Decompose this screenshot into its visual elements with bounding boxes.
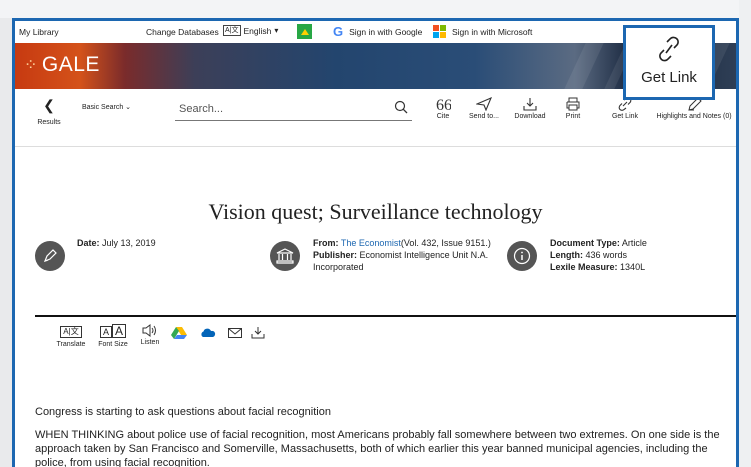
listen-label: Listen (140, 339, 160, 346)
doc-type-meta: Document Type: Article Length: 436 words… (550, 237, 647, 273)
language-selector[interactable]: A|文 English ▾ (223, 25, 278, 36)
translate-label: Translate (56, 341, 86, 348)
institution-icon (270, 241, 300, 271)
source-detail: (Vol. 432, Issue 9151.) (400, 238, 491, 248)
length-label: Length: (550, 250, 583, 260)
source-meta: From: The Economist(Vol. 432, Issue 9151… (313, 237, 503, 273)
search-placeholder: Search... (179, 103, 224, 115)
download-icon (523, 98, 537, 111)
my-library-link[interactable]: My Library (19, 27, 59, 37)
translate-icon: A|文 (60, 326, 82, 338)
quote-icon: 66 (436, 97, 451, 111)
gale-logo-text: GALE (41, 53, 100, 76)
document-title: Vision quest; Surveillance technology (208, 199, 543, 224)
get-link-label: Get Link (611, 113, 639, 120)
lexile-value: 1340L (620, 262, 646, 272)
doc-type-value: Article (621, 238, 647, 248)
outer-side (739, 0, 751, 467)
google-classroom-icon[interactable] (297, 24, 312, 39)
print-label: Print (565, 113, 581, 120)
download-icon[interactable] (251, 326, 265, 339)
chevron-left-icon: ❮ (43, 97, 55, 113)
link-icon (659, 36, 679, 62)
language-label: English (243, 25, 272, 36)
gale-logo[interactable]: ⁘ GALE (24, 53, 100, 77)
document-view: Vision quest; Surveillance technology Da… (15, 147, 736, 467)
send-to-button[interactable]: Send to... (465, 97, 503, 120)
listen-button[interactable]: Listen (135, 324, 165, 346)
printer-icon (566, 97, 580, 111)
download-button[interactable]: Download (509, 97, 551, 120)
send-to-label: Send to... (469, 113, 499, 120)
get-link-callout[interactable]: Get Link (623, 25, 715, 100)
translate-icon: A|文 (223, 25, 241, 36)
font-size-small-icon: A (99, 326, 112, 338)
browser-frame: My Library Change Databases A|文 English … (12, 18, 739, 467)
google-sign-in-label: Sign in with Google (349, 26, 423, 37)
article-paragraph: WHEN THINKING about police use of facial… (35, 429, 720, 467)
cite-label: Cite (436, 113, 450, 120)
google-drive-icon[interactable] (171, 326, 187, 339)
info-icon (507, 241, 537, 271)
send-icon (476, 97, 492, 111)
cite-button[interactable]: 66 Cite (428, 97, 458, 120)
back-to-results-button[interactable]: ❮ Results (34, 97, 64, 126)
speaker-icon (142, 324, 156, 337)
search-input[interactable]: Search... (175, 97, 412, 121)
gale-logo-icon: ⁘ (24, 57, 38, 74)
microsoft-sign-in-label: Sign in with Microsoft (452, 26, 533, 37)
email-icon[interactable] (228, 328, 242, 338)
article-subtitle: Congress is starting to ask questions ab… (35, 406, 331, 418)
google-sign-in-button[interactable]: G Sign in with Google (333, 24, 422, 39)
publisher-label: Publisher: (313, 250, 358, 260)
source-link[interactable]: The Economist (341, 238, 401, 248)
font-size-large-icon: A (112, 324, 127, 338)
date-meta: Date: July 13, 2019 (77, 237, 156, 249)
font-size-label: Font Size (98, 341, 128, 348)
translate-button[interactable]: A|文 Translate (53, 326, 89, 348)
microsoft-icon (433, 25, 446, 38)
doc-type-label: Document Type: (550, 238, 620, 248)
print-button[interactable]: Print (560, 97, 586, 120)
banner-decoration (564, 43, 604, 89)
from-label: From: (313, 238, 339, 248)
date-label: Date: (77, 238, 100, 248)
change-databases-link[interactable]: Change Databases (146, 27, 219, 37)
highlights-notes-label: Highlights and Notes (0) (656, 113, 732, 120)
highlights-notes-button[interactable]: Highlights and Notes (0) (649, 97, 736, 120)
get-link-callout-label: Get Link (641, 69, 697, 86)
download-label: Download (514, 113, 546, 120)
svg-text:66: 66 (436, 97, 451, 111)
google-icon: G (333, 24, 344, 39)
back-label: Results (37, 119, 61, 126)
onedrive-icon[interactable] (200, 328, 216, 338)
divider (35, 315, 736, 317)
get-link-button[interactable]: Get Link (607, 97, 643, 120)
microsoft-sign-in-button[interactable]: Sign in with Microsoft (433, 25, 532, 38)
length-value: 436 words (585, 250, 628, 260)
date-value: July 13, 2019 (102, 238, 156, 248)
font-size-button[interactable]: AA Font Size (93, 324, 133, 348)
search-icon[interactable] (394, 100, 408, 114)
lexile-label: Lexile Measure: (550, 262, 618, 272)
pen-icon (35, 241, 65, 271)
basic-search-dropdown[interactable]: Basic Search ⌄ (82, 103, 131, 111)
outer-background (0, 0, 751, 18)
chevron-down-icon: ▾ (274, 26, 279, 35)
